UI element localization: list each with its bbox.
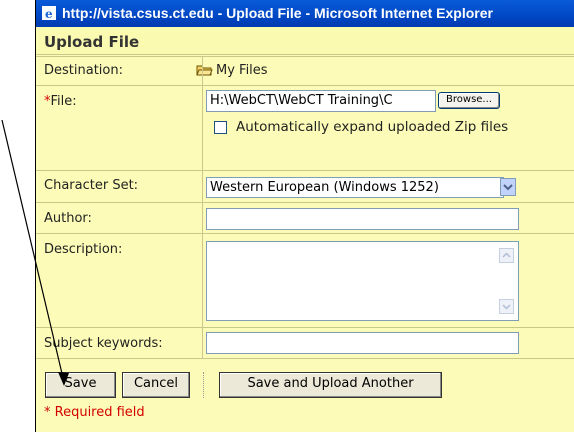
charset-label: Character Set: xyxy=(44,178,139,193)
description-textarea[interactable] xyxy=(206,241,519,321)
author-input[interactable] xyxy=(206,208,519,230)
upload-dialog: e http://vista.csus.ct.edu - Upload File… xyxy=(35,0,574,432)
description-label: Description: xyxy=(44,242,123,257)
required-field-note: * Required field xyxy=(44,405,145,420)
window-titlebar: e http://vista.csus.ct.edu - Upload File… xyxy=(36,0,574,27)
internet-explorer-icon: e xyxy=(42,2,56,21)
description-row: Description: xyxy=(36,233,574,327)
destination-row: Destination: My Files xyxy=(36,56,574,85)
page-title: Upload File xyxy=(36,27,574,55)
svg-text:e: e xyxy=(45,7,53,20)
file-path-input[interactable]: H:\WebCT\WebCT Training\C xyxy=(206,90,436,112)
author-label: Author: xyxy=(44,211,92,226)
keywords-input[interactable] xyxy=(206,332,519,354)
auto-expand-checkbox[interactable] xyxy=(214,121,227,134)
cancel-button[interactable]: Cancel xyxy=(122,372,190,398)
column-divider xyxy=(202,56,203,359)
author-row: Author: xyxy=(36,202,574,233)
save-button[interactable]: Save xyxy=(45,372,116,398)
auto-expand-label: Automatically expand uploaded Zip files xyxy=(236,119,509,135)
file-label: File: xyxy=(50,94,77,109)
file-row: *File: H:\WebCT\WebCT Training\C Browse.… xyxy=(36,85,574,170)
scroll-up-icon[interactable] xyxy=(499,248,514,263)
scroll-down-icon[interactable] xyxy=(499,299,514,314)
keywords-row: Subject keywords: xyxy=(36,327,574,359)
charset-select[interactable]: Western European (Windows 1252) xyxy=(206,177,504,198)
charset-row: Character Set: Western European (Windows… xyxy=(36,170,574,202)
window-title: http://vista.csus.ct.edu - Upload File -… xyxy=(62,5,493,21)
button-separator xyxy=(203,372,206,398)
browse-button[interactable]: Browse... xyxy=(438,92,500,109)
chevron-down-icon[interactable] xyxy=(500,178,516,196)
destination-label: Destination: xyxy=(44,63,123,78)
keywords-label: Subject keywords: xyxy=(44,336,163,351)
folder-icon xyxy=(196,63,213,81)
save-and-upload-another-button[interactable]: Save and Upload Another xyxy=(219,372,442,398)
destination-value[interactable]: My Files xyxy=(216,63,268,78)
